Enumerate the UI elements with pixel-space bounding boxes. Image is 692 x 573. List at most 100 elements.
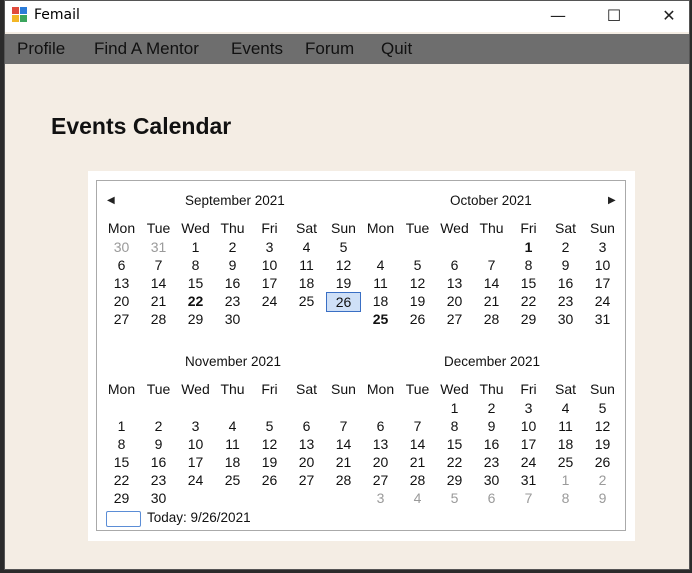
day-cell[interactable]: 16 [473, 435, 510, 453]
day-cell[interactable]: 4 [399, 489, 436, 507]
day-cell[interactable]: 25 [214, 471, 251, 489]
day-cell[interactable]: 22 [103, 471, 140, 489]
day-cell[interactable]: 14 [140, 274, 177, 292]
menu-quit[interactable]: Quit [381, 39, 412, 59]
day-cell[interactable]: 23 [473, 453, 510, 471]
day-cell[interactable]: 10 [584, 256, 621, 274]
day-cell[interactable]: 28 [325, 471, 362, 489]
day-cell[interactable]: 10 [251, 256, 288, 274]
day-cell[interactable]: 12 [399, 274, 436, 292]
day-cell[interactable]: 23 [214, 292, 251, 310]
day-cell[interactable]: 17 [177, 453, 214, 471]
day-cell[interactable]: 9 [547, 256, 584, 274]
close-button[interactable]: ✕ [646, 1, 692, 32]
day-cell[interactable]: 15 [436, 435, 473, 453]
day-cell[interactable]: 17 [251, 274, 288, 292]
day-cell[interactable]: 4 [214, 417, 251, 435]
day-cell[interactable]: 5 [584, 399, 621, 417]
month-title[interactable]: November 2021 [185, 354, 281, 369]
day-cell[interactable]: 18 [214, 453, 251, 471]
day-cell[interactable]: 20 [436, 292, 473, 310]
day-cell[interactable]: 8 [436, 417, 473, 435]
day-cell[interactable]: 15 [103, 453, 140, 471]
day-cell[interactable]: 18 [547, 435, 584, 453]
day-cell[interactable]: 1 [436, 399, 473, 417]
day-cell[interactable]: 7 [399, 417, 436, 435]
day-cell[interactable]: 1 [547, 471, 584, 489]
day-cell[interactable]: 19 [399, 292, 436, 310]
day-cell[interactable]: 14 [325, 435, 362, 453]
day-cell[interactable]: 22 [436, 453, 473, 471]
day-cell[interactable]: 3 [584, 238, 621, 256]
day-cell[interactable]: 10 [510, 417, 547, 435]
day-cell[interactable]: 12 [251, 435, 288, 453]
day-cell[interactable]: 5 [251, 417, 288, 435]
day-cell[interactable]: 13 [288, 435, 325, 453]
day-cell[interactable]: 26 [584, 453, 621, 471]
day-cell[interactable]: 5 [399, 256, 436, 274]
day-cell[interactable]: 1 [510, 238, 547, 256]
selected-day-cell[interactable]: 26 [326, 292, 361, 312]
day-cell[interactable]: 17 [510, 435, 547, 453]
day-cell[interactable]: 6 [473, 489, 510, 507]
day-cell[interactable]: 14 [473, 274, 510, 292]
day-cell[interactable]: 25 [288, 292, 325, 310]
menu-events[interactable]: Events [231, 39, 283, 59]
maximize-button[interactable]: ☐ [591, 1, 637, 32]
menu-profile[interactable]: Profile [17, 39, 65, 59]
month-title[interactable]: December 2021 [444, 354, 540, 369]
day-cell[interactable]: 19 [251, 453, 288, 471]
day-cell[interactable]: 4 [547, 399, 584, 417]
day-cell[interactable]: 24 [510, 453, 547, 471]
day-cell[interactable]: 2 [214, 238, 251, 256]
menu-forum[interactable]: Forum [305, 39, 354, 59]
day-cell[interactable]: 30 [547, 310, 584, 328]
day-cell[interactable]: 11 [214, 435, 251, 453]
day-cell[interactable]: 25 [362, 310, 399, 328]
menu-find-a-mentor[interactable]: Find A Mentor [94, 39, 199, 59]
day-cell[interactable]: 11 [288, 256, 325, 274]
day-cell[interactable]: 1 [103, 417, 140, 435]
day-cell[interactable]: 26 [251, 471, 288, 489]
day-cell[interactable]: 21 [399, 453, 436, 471]
day-cell[interactable]: 20 [288, 453, 325, 471]
day-cell[interactable]: 8 [177, 256, 214, 274]
day-cell[interactable]: 19 [325, 274, 362, 292]
day-cell[interactable]: 19 [584, 435, 621, 453]
day-cell[interactable]: 7 [510, 489, 547, 507]
day-cell[interactable]: 6 [288, 417, 325, 435]
month-title[interactable]: October 2021 [450, 193, 532, 208]
day-cell[interactable]: 24 [177, 471, 214, 489]
day-cell[interactable]: 4 [362, 256, 399, 274]
day-cell[interactable]: 5 [436, 489, 473, 507]
day-cell[interactable]: 31 [140, 238, 177, 256]
day-cell[interactable]: 21 [140, 292, 177, 310]
day-cell[interactable]: 30 [473, 471, 510, 489]
day-cell[interactable]: 2 [584, 471, 621, 489]
day-cell[interactable]: 31 [584, 310, 621, 328]
day-cell[interactable]: 13 [436, 274, 473, 292]
day-cell[interactable]: 14 [399, 435, 436, 453]
day-cell[interactable]: 29 [103, 489, 140, 507]
day-cell[interactable]: 2 [140, 417, 177, 435]
day-cell[interactable]: 21 [473, 292, 510, 310]
day-cell[interactable]: 30 [214, 310, 251, 328]
day-cell[interactable]: 2 [547, 238, 584, 256]
day-cell[interactable]: 17 [584, 274, 621, 292]
day-cell[interactable]: 15 [177, 274, 214, 292]
day-cell[interactable]: 8 [547, 489, 584, 507]
day-cell[interactable]: 7 [325, 417, 362, 435]
day-cell[interactable]: 16 [214, 274, 251, 292]
day-cell[interactable]: 2 [473, 399, 510, 417]
day-cell[interactable]: 8 [510, 256, 547, 274]
minimize-button[interactable]: — [535, 1, 581, 32]
day-cell[interactable]: 11 [362, 274, 399, 292]
day-cell[interactable]: 16 [547, 274, 584, 292]
day-cell[interactable]: 29 [436, 471, 473, 489]
day-cell[interactable]: 21 [325, 453, 362, 471]
prev-month-icon[interactable]: ◀ [107, 195, 115, 206]
day-cell[interactable]: 22 [510, 292, 547, 310]
day-cell[interactable]: 6 [362, 417, 399, 435]
day-cell[interactable]: 29 [177, 310, 214, 328]
month-title[interactable]: September 2021 [185, 193, 285, 208]
